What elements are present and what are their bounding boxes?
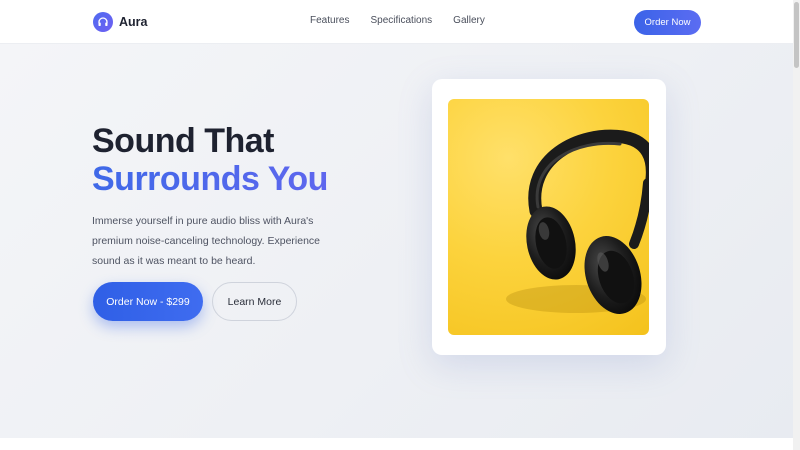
brand-logo[interactable]: Aura — [93, 11, 147, 33]
top-nav: Aura Features Specifications Gallery Ord… — [0, 0, 793, 44]
nav-link-features[interactable]: Features — [310, 15, 349, 26]
hero-headline: Sound That Surrounds You — [92, 122, 412, 198]
headphones-product-image — [448, 99, 649, 335]
hero-section: Sound That Surrounds You Immerse yoursel… — [0, 44, 793, 438]
product-card — [432, 79, 666, 355]
headphones-illustration — [506, 129, 649, 314]
next-section-edge — [0, 438, 793, 450]
page-scrollbar[interactable] — [793, 0, 800, 450]
nav-link-gallery[interactable]: Gallery — [453, 15, 485, 26]
headline-line-1: Sound That — [92, 122, 274, 160]
learn-more-button[interactable]: Learn More — [212, 282, 297, 321]
nav-link-specifications[interactable]: Specifications — [370, 15, 432, 26]
nav-links: Features Specifications Gallery — [310, 15, 485, 26]
order-now-price-button[interactable]: Order Now - $299 — [93, 282, 203, 321]
scrollbar-thumb[interactable] — [794, 2, 799, 68]
landing-page: Aura Features Specifications Gallery Ord… — [0, 0, 800, 450]
brand-name: Aura — [119, 15, 148, 29]
hero-subtext: Immerse yourself in pure audio bliss wit… — [92, 215, 321, 267]
headphones-icon — [93, 12, 113, 32]
headline-line-2: Surrounds You — [92, 160, 412, 198]
nav-order-now-button[interactable]: Order Now — [634, 10, 701, 35]
